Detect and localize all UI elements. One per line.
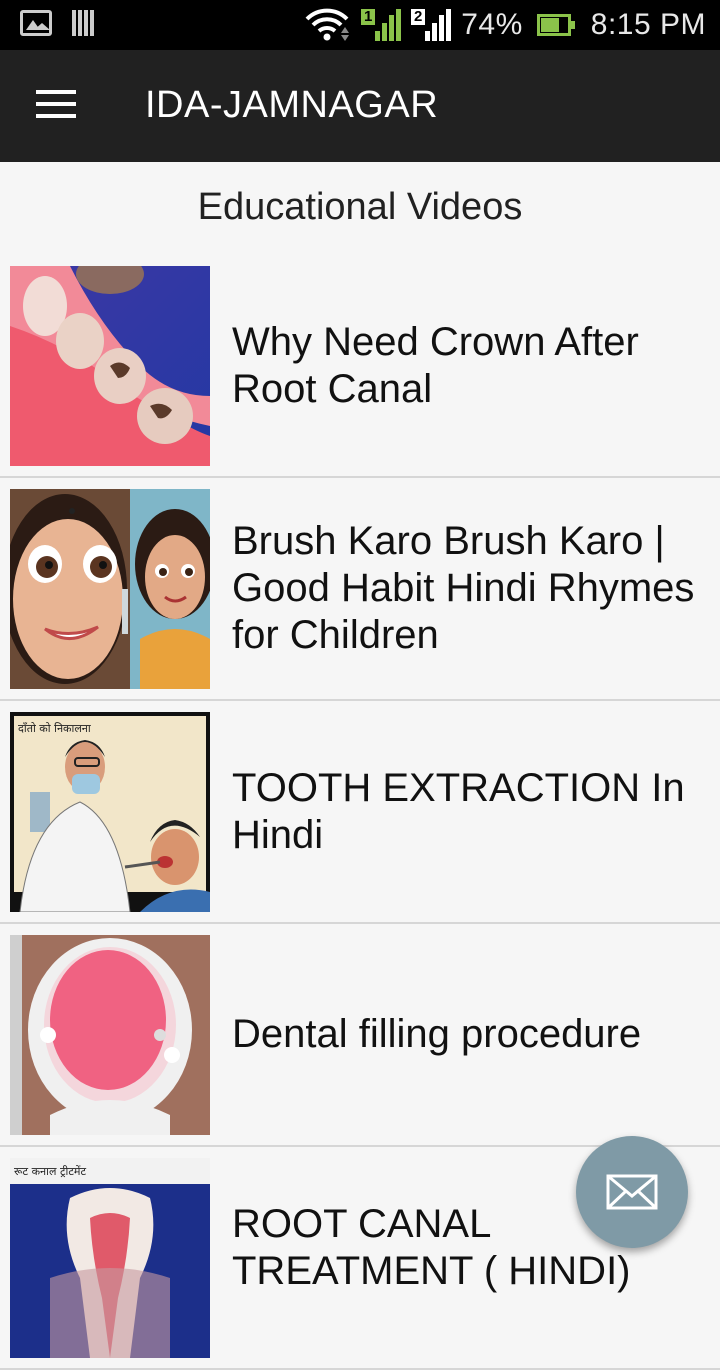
sim2-label: 2: [414, 8, 423, 25]
compose-mail-button[interactable]: [576, 1136, 688, 1248]
open-mouth-thumbnail: [10, 935, 210, 1135]
signal-icon-sim1: 1: [361, 8, 402, 41]
app-title: IDA-JAMNAGAR: [145, 84, 439, 126]
envelope-icon: [606, 1174, 658, 1210]
video-title: Why Need Crown After Root Canal: [232, 319, 639, 411]
video-item[interactable]: Dental filling procedure: [0, 924, 720, 1147]
barcode-icon: [72, 10, 96, 36]
sim1-label: 1: [364, 8, 373, 25]
video-title: Dental filling procedure: [232, 1012, 642, 1056]
video-item[interactable]: Brush Karo Brush Karo | Good Habit Hindi…: [0, 478, 720, 701]
battery-charging-icon: [536, 14, 575, 36]
thumb-caption: रूट कनाल ट्रीटमेंट: [14, 1165, 86, 1178]
dentist-extraction-thumbnail: दाँतो को निकालना: [10, 712, 210, 912]
thumb-caption: दाँतो को निकालना: [18, 722, 91, 735]
root-canal-thumbnail: रूट कनाल ट्रीटमेंट: [10, 1158, 210, 1358]
cartoon-children-thumbnail: [10, 489, 210, 689]
hamburger-menu-icon[interactable]: [36, 90, 76, 120]
video-item[interactable]: Why Need Crown After Root Canal: [0, 255, 720, 478]
signal-icon-sim2: 2: [411, 8, 452, 41]
video-title: Brush Karo Brush Karo | Good Habit Hindi…: [232, 519, 695, 657]
clock-time: 8:15 PM: [590, 8, 706, 41]
wifi-icon: [305, 8, 350, 41]
video-item[interactable]: दाँतो को निकालना TOOTH EXTRACTION In Hin…: [0, 701, 720, 924]
video-title: TOOTH EXTRACTION In Hindi: [232, 765, 685, 857]
section-title: Educational Videos: [197, 186, 523, 228]
battery-percent: 74%: [461, 8, 523, 41]
battery-level: [540, 18, 560, 32]
gallery-icon: [20, 10, 52, 36]
tooth-crown-thumbnail: [10, 266, 210, 466]
status-bar: 1 2 74% 8:15 PM: [0, 0, 720, 50]
app-bar: IDA-JAMNAGAR: [0, 50, 720, 162]
